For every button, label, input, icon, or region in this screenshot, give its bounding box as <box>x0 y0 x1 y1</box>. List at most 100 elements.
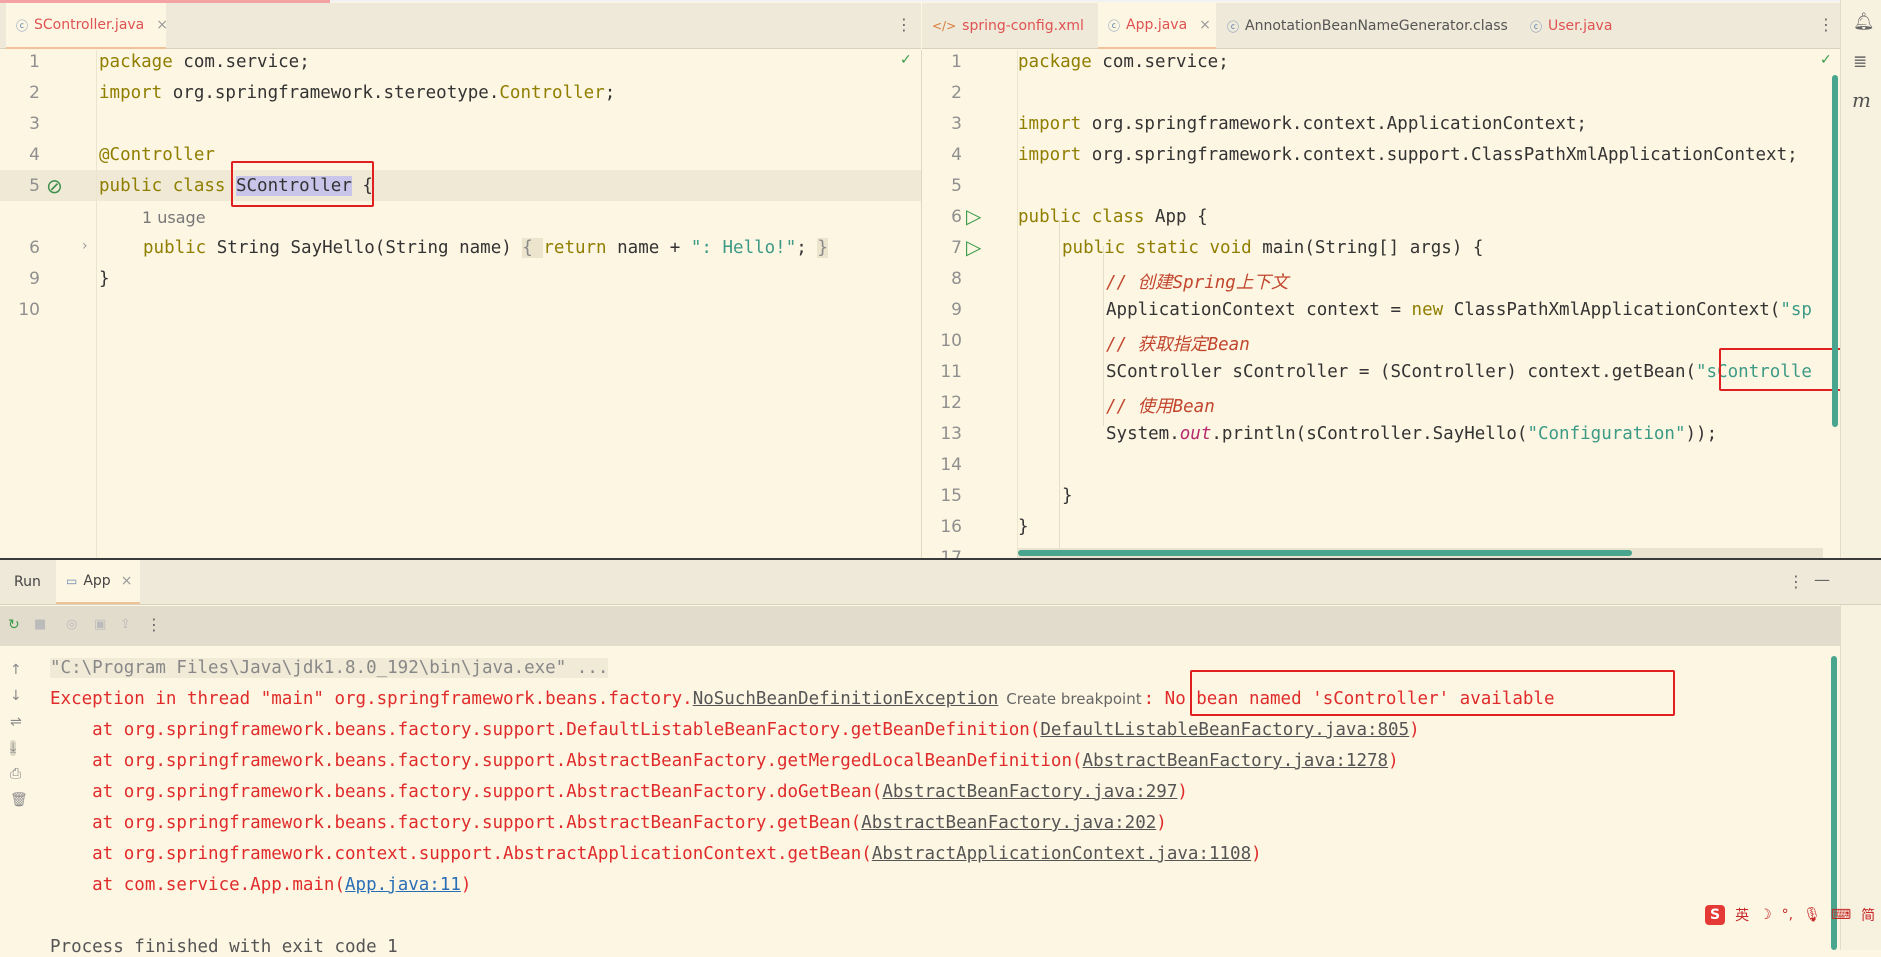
scroll-to-end-icon[interactable]: ⤓ <box>10 740 17 756</box>
line-number: 15 <box>940 486 962 506</box>
code-line-9: ApplicationContext context = new ClassPa… <box>1106 300 1812 320</box>
line-number: 3 <box>29 114 40 134</box>
line-number: 1 <box>951 52 962 72</box>
left-editor[interactable]: 1 2 3 4 5 6 9 10 ⊘ › ✓ package com.servi… <box>0 50 921 558</box>
stack-frame: at org.springframework.beans.factory.sup… <box>50 813 1167 833</box>
line-number: 5 <box>29 176 40 196</box>
maven-icon[interactable]: m <box>1852 88 1871 112</box>
microphone-icon[interactable]: 🎙 <box>1803 907 1821 923</box>
stack-frame-link[interactable]: AbstractBeanFactory.java:202 <box>861 813 1156 833</box>
line-number: 12 <box>940 393 962 413</box>
highlight-box-class-name <box>231 161 374 207</box>
run-tool-header: Run ▭ App × ⋮ — <box>0 560 1881 605</box>
right-editor[interactable]: 1 2 3 4 5 6 7 8 9 10 11 12 13 14 15 16 1… <box>922 50 1840 558</box>
line-number: 5 <box>951 176 962 196</box>
close-icon[interactable]: × <box>1199 17 1211 33</box>
exception-class-link[interactable]: NoSuchBeanDefinitionException <box>693 689 999 709</box>
database-icon[interactable]: ≣ <box>1853 52 1867 72</box>
line-number: 10 <box>940 331 962 351</box>
stack-frame-link[interactable]: AbstractBeanFactory.java:1278 <box>1083 751 1389 771</box>
restore-layout-icon[interactable]: ◎ <box>66 617 77 632</box>
run-gutter-icon[interactable]: ▷ <box>966 235 981 259</box>
close-icon[interactable]: × <box>121 573 133 589</box>
close-icon[interactable]: × <box>156 17 168 33</box>
scroll-up-icon[interactable]: ↑ <box>10 662 22 678</box>
code-line-10: // 获取指定Bean <box>1106 335 1250 355</box>
right-tab-bar: </> spring-config.xml ⓒ App.java × ⓒ Ann… <box>922 3 1840 49</box>
run-gutter-icon[interactable]: ▷ <box>966 204 981 228</box>
console-output[interactable]: ↑ ↓ ⇌ ⤓ ⎙ 🗑︎ "C:\Program Files\Java\jdk1… <box>0 646 1840 957</box>
check-icon: ✓ <box>1820 52 1832 68</box>
run-actions-toolbar: ↻ ■ ◎ ▣ ⇪ ⋮ <box>0 606 1840 646</box>
line-number: 8 <box>951 269 962 289</box>
line-number: 16 <box>940 517 962 537</box>
sogou-logo-icon[interactable]: S <box>1705 905 1726 925</box>
more-options-icon[interactable]: ⋮ <box>146 615 162 634</box>
tab-user[interactable]: ⓒ User.java <box>1520 3 1640 49</box>
editor-vertical-scrollbar[interactable] <box>1832 75 1838 427</box>
gutter-divider <box>96 50 97 558</box>
bean-gutter-icon[interactable]: ⊘ <box>46 174 63 198</box>
stack-frame-link[interactable]: AbstractBeanFactory.java:297 <box>882 782 1177 802</box>
soft-wrap-icon[interactable]: ⇌ <box>10 714 22 730</box>
tab-spring-config[interactable]: </> spring-config.xml <box>922 3 1097 49</box>
print-icon[interactable]: ⎙ <box>10 766 21 782</box>
stop-icon[interactable]: ■ <box>34 617 46 632</box>
tab-app[interactable]: ⓒ App.java × <box>1098 3 1216 49</box>
line-number: 4 <box>29 145 40 165</box>
tab-scontroller[interactable]: ⓒ SController.java × <box>6 3 168 49</box>
line-number: 4 <box>951 145 962 165</box>
code-line-4: import org.springframework.context.suppo… <box>1018 145 1798 165</box>
line-number: 11 <box>940 362 962 382</box>
stack-frame-link[interactable]: App.java:11 <box>345 875 461 895</box>
usage-hint[interactable]: 1 usage <box>142 208 206 227</box>
simplified-chinese-toggle[interactable]: 简 <box>1861 905 1875 925</box>
indent-guide <box>1059 220 1060 550</box>
stack-frame: at org.springframework.beans.factory.sup… <box>50 782 1188 802</box>
class-icon: ⓒ <box>1530 19 1543 34</box>
stack-frame-link[interactable]: DefaultListableBeanFactory.java:805 <box>1040 720 1409 740</box>
code-line-16: } <box>1018 517 1029 537</box>
line-number: 6 <box>29 238 40 258</box>
stack-frame-link[interactable]: AbstractApplicationContext.java:1108 <box>872 844 1251 864</box>
process-finished-line: Process finished with exit code 1 <box>50 937 398 957</box>
export-icon[interactable]: ⇪ <box>120 617 131 632</box>
create-breakpoint-link[interactable]: Create breakpoint <box>1006 690 1141 708</box>
keyboard-icon[interactable]: ⌨ <box>1831 907 1851 923</box>
stack-frame: at org.springframework.context.support.A… <box>50 844 1262 864</box>
line-number: 17 <box>940 548 962 558</box>
code-line-2: import org.springframework.stereotype.Co… <box>99 83 616 103</box>
class-icon: ⓒ <box>1227 19 1240 34</box>
clear-console-icon[interactable]: 🗑︎ <box>10 792 28 808</box>
tab-annotation-bean-name-generator[interactable]: ⓒ AnnotationBeanNameGenerator.class <box>1217 3 1517 49</box>
line-number: 13 <box>940 424 962 444</box>
code-line-13: System.out.println(sController.SayHello(… <box>1106 424 1718 444</box>
rerun-icon[interactable]: ↻ <box>8 617 20 633</box>
moon-icon[interactable]: ☽ <box>1759 907 1772 923</box>
punctuation-icon[interactable]: °, <box>1782 907 1793 923</box>
code-line-4: @Controller <box>99 145 215 165</box>
dump-threads-icon[interactable]: ▣ <box>94 617 106 632</box>
highlight-box-error-message <box>1190 670 1675 716</box>
notifications-icon[interactable]: 🔔︎ <box>1853 12 1875 32</box>
more-options-icon[interactable]: ⋮ <box>1818 15 1834 34</box>
tab-run-app[interactable]: ▭ App × <box>56 560 140 604</box>
code-line-6: public class App { <box>1018 207 1208 227</box>
code-line-9: } <box>99 269 110 289</box>
left-tab-bar: ⓒ SController.java × ⋮ <box>0 3 921 49</box>
line-number: 9 <box>29 269 40 289</box>
more-options-icon[interactable]: ⋮ <box>896 15 912 34</box>
code-line-11: SController sController = (SController) … <box>1106 362 1812 382</box>
class-icon: ⓒ <box>1108 18 1121 33</box>
code-line-3: import org.springframework.context.Appli… <box>1018 114 1587 134</box>
code-line-6: public String SayHello(String name) { re… <box>143 238 828 258</box>
more-options-icon[interactable]: ⋮ <box>1788 572 1804 591</box>
ime-language[interactable]: 英 <box>1735 905 1749 925</box>
fold-chevron-icon[interactable]: › <box>82 238 88 254</box>
scroll-down-icon[interactable]: ↓ <box>10 688 22 704</box>
code-line-12: // 使用Bean <box>1106 397 1215 417</box>
line-number: 2 <box>29 83 40 103</box>
stack-frame: at org.springframework.beans.factory.sup… <box>50 720 1420 740</box>
minimize-icon[interactable]: — <box>1814 570 1830 589</box>
editor-horizontal-scrollbar[interactable] <box>1018 550 1632 556</box>
